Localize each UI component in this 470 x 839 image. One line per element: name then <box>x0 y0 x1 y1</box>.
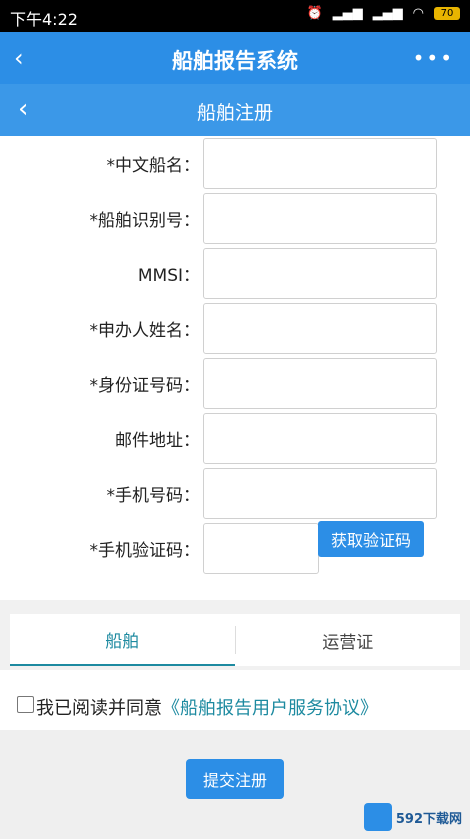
field-label: *手机号码： <box>106 486 201 506</box>
field-label: *手机验证码： <box>89 541 201 561</box>
agree-checkbox[interactable] <box>17 696 34 713</box>
more-icon[interactable]: ••• <box>413 46 454 70</box>
app-header: ‹ 船舶报告系统 ••• <box>0 32 470 84</box>
tab-ship[interactable]: 船舶 <box>10 614 235 666</box>
field-row-applicant-name: *申办人姓名： <box>0 301 470 356</box>
submit-button[interactable]: 提交注册 <box>186 759 284 799</box>
id-number-input[interactable] <box>203 358 437 409</box>
watermark-logo-icon <box>363 803 392 831</box>
field-label: *船舶识别号： <box>89 211 201 231</box>
field-label: 邮件地址： <box>115 431 200 451</box>
verify-code-input[interactable] <box>203 523 319 574</box>
battery-icon: 70 <box>434 7 460 20</box>
field-row-chinese-name: *中文船名： <box>0 136 470 191</box>
tabs-area: 船舶 运营证 <box>0 600 470 670</box>
status-icons: ⏰ ▂▄▆ ▂▄▆ ◠ 70 <box>306 6 460 21</box>
get-code-button[interactable]: 获取验证码 <box>318 521 424 557</box>
watermark-text: 592下载网 <box>395 811 462 827</box>
page-header: ‹ 船舶注册 <box>0 84 470 136</box>
field-row-mmsi: MMSI： <box>0 246 470 301</box>
field-row-ship-id: *船舶识别号： <box>0 191 470 246</box>
agreement-row: 我已阅读并同意《船舶报告用户服务协议》 <box>0 670 470 730</box>
field-label: *申办人姓名： <box>89 321 201 341</box>
app-title: 船舶报告系统 <box>172 49 298 73</box>
email-input[interactable] <box>203 413 437 464</box>
agreement-link[interactable]: 《船舶报告用户服务协议》 <box>162 698 378 719</box>
page-title: 船舶注册 <box>196 102 273 124</box>
applicant-name-input[interactable] <box>203 303 437 354</box>
status-bar: 下午4:22 ⏰ ▂▄▆ ▂▄▆ ◠ 70 <box>0 0 470 32</box>
field-label: *中文船名： <box>106 156 201 176</box>
field-row-verify-code: *手机验证码： 获取验证码 <box>0 521 470 576</box>
wifi-icon: ◠ <box>412 6 424 21</box>
field-row-id-number: *身份证号码： <box>0 356 470 411</box>
registration-form: *中文船名： *船舶识别号： MMSI： *申办人姓名： *身份证号码： 邮件地… <box>0 136 470 600</box>
field-row-email: 邮件地址： <box>0 411 470 466</box>
signal-icon: ▂▄▆ <box>332 6 363 21</box>
chinese-name-input[interactable] <box>203 138 437 189</box>
tab-bar: 船舶 运营证 <box>10 614 460 666</box>
alarm-icon: ⏰ <box>306 6 323 21</box>
status-time: 下午4:22 <box>10 10 78 29</box>
field-label: MMSI： <box>137 266 200 286</box>
mmsi-input[interactable] <box>203 248 437 299</box>
agreement-label: 我已阅读并同意 <box>36 698 162 719</box>
watermark: 592下载网 <box>363 803 462 831</box>
signal-icon-2: ▂▄▆ <box>372 6 403 21</box>
footer: 提交注册 592下载网 <box>0 730 470 839</box>
field-row-phone: *手机号码： <box>0 466 470 521</box>
agreement-text: 我已阅读并同意《船舶报告用户服务协议》 <box>36 694 378 720</box>
phone-input[interactable] <box>203 468 437 519</box>
tab-operation-cert[interactable]: 运营证 <box>236 614 461 666</box>
field-label: *身份证号码： <box>89 376 201 396</box>
ship-id-input[interactable] <box>203 193 437 244</box>
